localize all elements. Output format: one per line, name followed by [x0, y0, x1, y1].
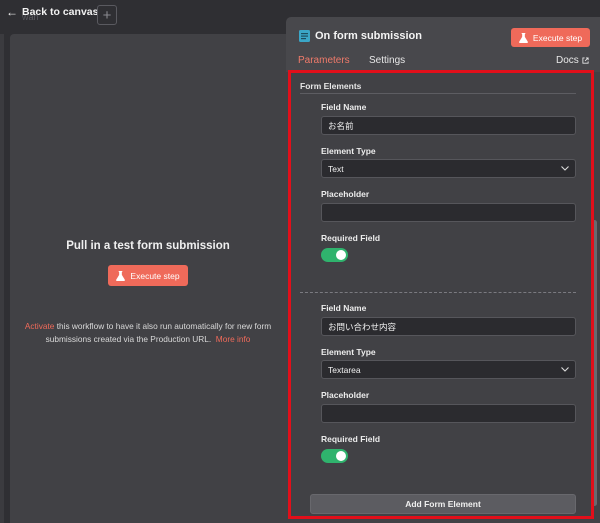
- tab-docs[interactable]: Docs: [556, 55, 589, 66]
- highlight-annotation-box: [288, 70, 594, 519]
- add-node-button[interactable]: +: [97, 5, 117, 25]
- plus-icon: +: [102, 6, 112, 24]
- more-info-link[interactable]: More info: [216, 334, 251, 344]
- arrow-left-icon: ←: [6, 5, 18, 19]
- node-header: On form submission Execute step Paramete…: [286, 17, 600, 72]
- tab-parameters[interactable]: Parameters: [298, 55, 350, 66]
- tab-settings[interactable]: Settings: [369, 55, 405, 66]
- execute-step-label: Execute step: [130, 270, 180, 281]
- flask-icon: [116, 270, 126, 281]
- external-link-icon: [582, 57, 589, 64]
- execute-step-button-header[interactable]: Execute step: [511, 28, 590, 47]
- form-node-icon: [299, 30, 310, 42]
- activate-link[interactable]: Activate: [25, 321, 55, 331]
- execute-step-label: Execute step: [532, 32, 583, 43]
- canvas-edge: [0, 34, 4, 523]
- activate-note: Activate this workflow to have it also r…: [14, 320, 282, 345]
- flask-icon: [519, 32, 528, 43]
- node-title[interactable]: On form submission: [315, 30, 422, 42]
- docs-label: Docs: [556, 55, 579, 66]
- test-submission-title: Pull in a test form submission: [66, 240, 230, 252]
- execute-step-button-canvas[interactable]: Execute step: [108, 265, 188, 286]
- workflow-name-faded: wan: [22, 12, 39, 22]
- back-to-canvas-link[interactable]: ← Back to canvas: [6, 4, 98, 20]
